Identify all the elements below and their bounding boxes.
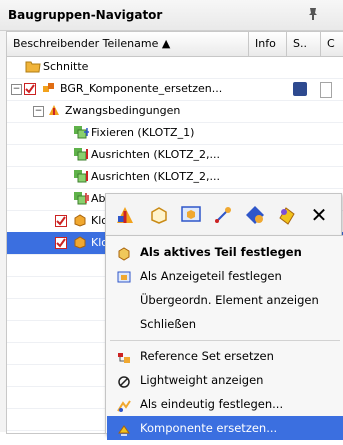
checkbox-checked-icon[interactable]: [55, 235, 69, 249]
move-component-icon[interactable]: [210, 202, 236, 228]
folder-icon: [25, 59, 41, 73]
display-part-icon: [117, 269, 131, 283]
column-header-row: Beschreibender Teilename ▲ Info S.. C: [7, 32, 343, 57]
tree-row-fixieren[interactable]: Fixieren (KLOTZ_1): [7, 122, 343, 145]
active-part-icon: [117, 245, 131, 261]
display-part-icon[interactable]: [178, 202, 204, 228]
menu-item-label: Komponente ersetzen...: [140, 421, 278, 435]
distance-constraint-icon: [73, 191, 89, 205]
replace-component-icon: [117, 421, 131, 436]
assembly-navigator-panel: Baugruppen-Navigator Beschreibender Teil…: [0, 0, 343, 440]
menu-item-set-display-part[interactable]: Als Anzeigeteil festlegen: [107, 264, 343, 288]
column-header-name[interactable]: Beschreibender Teilename ▲: [7, 32, 249, 56]
quick-toolbar: ✕: [105, 193, 342, 237]
tree-row-assembly[interactable]: − BGR_Komponente_ersetzen...: [7, 78, 343, 101]
align-constraint-icon: [73, 147, 88, 161]
menu-item-label: Als eindeutig festlegen...: [140, 397, 284, 411]
wave-link-icon[interactable]: [274, 202, 300, 228]
menu-item-label: Lightweight anzeigen: [140, 373, 264, 387]
tree-row-constraints[interactable]: − Zwangsbedingungen: [7, 100, 343, 123]
save-icon: [293, 82, 307, 96]
menu-item-make-unique[interactable]: Als eindeutig festlegen...: [107, 392, 343, 416]
assembly-icon: [42, 81, 56, 95]
tree-label: Schnitte: [43, 60, 89, 73]
column-header-info[interactable]: Info: [249, 32, 287, 56]
document-icon: [320, 82, 332, 98]
constraints-icon: [47, 103, 61, 117]
tree-label: Zwangsbedingungen: [65, 104, 181, 117]
menu-item-show-lightweight[interactable]: Lightweight anzeigen: [107, 368, 343, 392]
part-icon: [73, 235, 87, 249]
menu-item-replace-reference-set[interactable]: Reference Set ersetzen: [107, 344, 343, 368]
pin-icon[interactable]: [305, 6, 321, 26]
menu-item-label: Reference Set ersetzen: [140, 349, 274, 363]
tree-row-ausrichten-2[interactable]: Ausrichten (KLOTZ_2,...: [7, 166, 343, 189]
fix-constraint-icon: [73, 125, 89, 139]
close-icon[interactable]: ✕: [306, 202, 332, 228]
part-icon: [73, 213, 87, 227]
menu-item-label: Schließen: [140, 317, 196, 331]
reposition-icon[interactable]: [242, 202, 268, 228]
menu-item-close[interactable]: Schließen: [107, 312, 343, 336]
column-header-s[interactable]: S..: [287, 32, 321, 56]
tree-label: Ausrichten (KLOTZ_2,...: [91, 170, 221, 183]
constraints-tool-icon[interactable]: [112, 202, 138, 228]
menu-item-show-parent[interactable]: Übergeordn. Element anzeigen: [107, 288, 343, 312]
menu-item-label: Als Anzeigeteil festlegen: [140, 269, 282, 283]
checkbox-checked-icon[interactable]: [55, 213, 69, 227]
panel-titlebar: Baugruppen-Navigator: [0, 0, 343, 31]
collapse-icon[interactable]: −: [11, 84, 22, 95]
part-outline-icon[interactable]: [146, 202, 172, 228]
tree-row-schnitte[interactable]: Schnitte: [7, 56, 343, 79]
context-menu: Als aktives Teil festlegen Als Anzeigete…: [105, 235, 343, 440]
tree-label: Fixieren (KLOTZ_1): [91, 126, 195, 139]
column-header-c[interactable]: C: [321, 32, 343, 56]
unique-icon: [117, 397, 131, 412]
menu-separator: [110, 340, 340, 341]
menu-item-replace-component[interactable]: Komponente ersetzen...: [107, 416, 343, 440]
checkbox-checked-icon[interactable]: [24, 81, 38, 95]
menu-item-set-active-part[interactable]: Als aktives Teil festlegen: [107, 240, 343, 264]
panel-title: Baugruppen-Navigator: [8, 8, 163, 22]
tree-label: Ausrichten (KLOTZ_2,...: [91, 148, 221, 161]
tree-label: BGR_Komponente_ersetzen...: [60, 82, 223, 95]
align-constraint-icon: [73, 169, 88, 183]
reference-set-icon: [117, 349, 131, 363]
menu-item-label: Als aktives Teil festlegen: [140, 245, 302, 259]
tree-row-ausrichten-1[interactable]: Ausrichten (KLOTZ_2,...: [7, 144, 343, 167]
menu-item-label: Übergeordn. Element anzeigen: [140, 293, 319, 307]
lightweight-icon: [117, 373, 131, 388]
collapse-icon[interactable]: −: [33, 106, 44, 117]
